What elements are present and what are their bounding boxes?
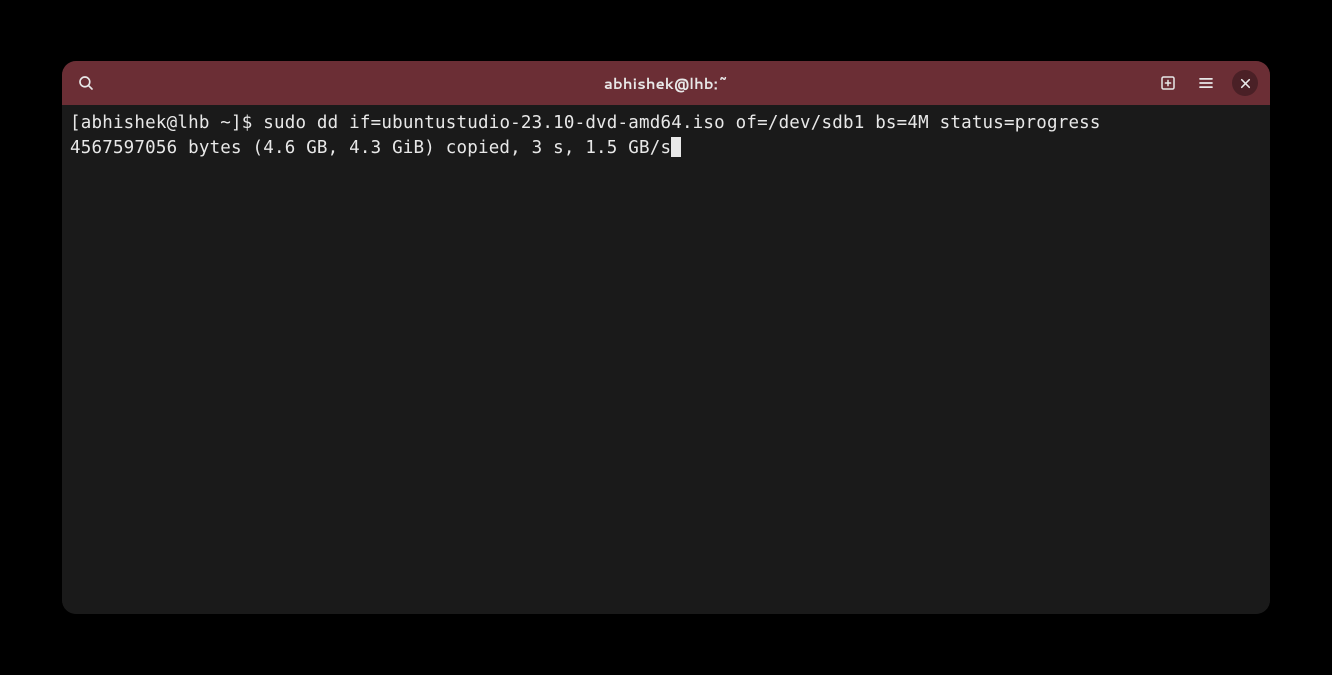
titlebar-left xyxy=(74,71,194,95)
titlebar-right xyxy=(1138,70,1258,96)
search-button[interactable] xyxy=(74,71,98,95)
terminal-body[interactable]: [abhishek@lhb ~]$ sudo dd if=ubuntustudi… xyxy=(62,105,1270,614)
terminal-window: abhishek@lhb:~ xyxy=(62,61,1270,614)
menu-button[interactable] xyxy=(1194,71,1218,95)
close-button[interactable] xyxy=(1232,70,1258,96)
prompt: [abhishek@lhb ~]$ xyxy=(70,113,263,133)
window-title: abhishek@lhb:~ xyxy=(194,73,1138,94)
search-icon xyxy=(77,74,95,92)
new-tab-button[interactable] xyxy=(1156,71,1180,95)
cursor xyxy=(671,137,681,157)
new-tab-icon xyxy=(1159,74,1177,92)
command-text: sudo dd if=ubuntustudio-23.10-dvd-amd64.… xyxy=(263,113,1100,133)
titlebar: abhishek@lhb:~ xyxy=(62,61,1270,105)
hamburger-icon xyxy=(1197,74,1215,92)
output-line: 4567597056 bytes (4.6 GB, 4.3 GiB) copie… xyxy=(70,138,671,158)
close-icon xyxy=(1239,77,1252,90)
